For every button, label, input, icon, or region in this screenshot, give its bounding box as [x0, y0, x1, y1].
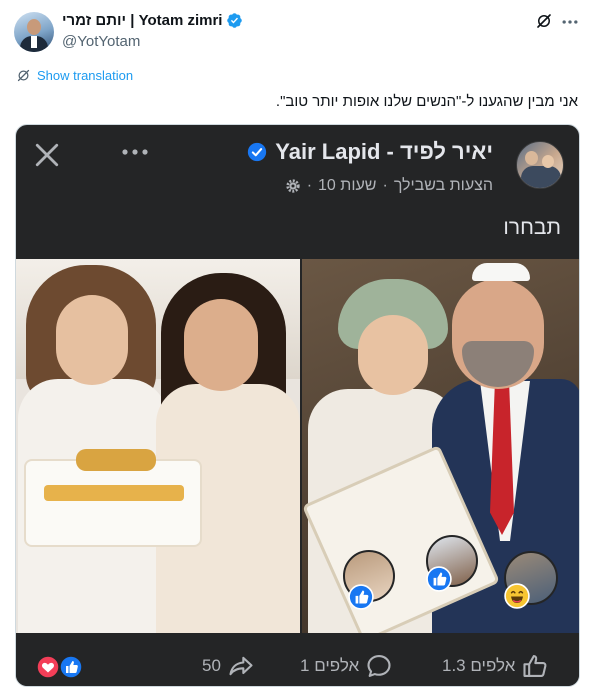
more-icon[interactable] [560, 12, 580, 32]
gear-icon [286, 179, 300, 193]
like-badge-icon [426, 566, 452, 592]
grok-icon[interactable] [535, 12, 553, 30]
show-translation-label[interactable]: Show translation [37, 68, 133, 83]
reaction-summary-icons [36, 655, 83, 679]
page-avatar [516, 141, 564, 189]
comment-icon [367, 655, 391, 677]
like-button: 1.3 אלפים [442, 652, 549, 680]
share-icon [229, 656, 253, 676]
share-count: 50 [202, 656, 221, 675]
laugh-emoji-icon [504, 583, 530, 609]
show-translation-link[interactable]: Show translation [16, 68, 133, 83]
fb-post-time: 10 שעות [318, 177, 377, 194]
verified-badge-icon [227, 13, 243, 28]
author-name-row[interactable]: יותם זמרי | Yotam zimri [62, 12, 243, 29]
photo-left [16, 259, 300, 633]
comment-button: 1 אלפים [300, 652, 393, 680]
tweet-text: אני מבין שהגענו ל-"הנשים שלנו אופות יותר… [275, 93, 578, 110]
attached-image[interactable]: Yair Lapid - יאיר לפיד · 10 שעות · הצעות… [15, 124, 580, 687]
fb-author-name: Yair Lapid - יאיר לפיד [275, 139, 493, 164]
like-count: 1.3 אלפים [442, 656, 516, 675]
user-handle[interactable]: @YotYotam [62, 33, 140, 50]
fb-suggested-label: הצעות בשבילך [393, 177, 493, 194]
translate-icon [17, 69, 30, 82]
more-options-icon [122, 149, 148, 155]
share-button: 50 [202, 652, 255, 680]
fb-verified-icon [248, 142, 267, 162]
user-avatar[interactable] [14, 12, 54, 52]
fb-author-row: Yair Lapid - יאיר לפיד [247, 139, 493, 165]
like-badge-icon [348, 584, 374, 610]
comment-count: 1 אלפים [300, 656, 360, 675]
display-name[interactable]: יותם זמרי | Yotam zimri [62, 12, 222, 29]
fb-post-text: תבחרו [503, 216, 561, 239]
fb-action-bar: 50 1 אלפים 1.3 אלפים [16, 633, 579, 686]
like-icon [523, 655, 547, 677]
fb-post-meta: · 10 שעות · הצעות בשבילך [285, 177, 493, 195]
close-icon [35, 143, 59, 167]
